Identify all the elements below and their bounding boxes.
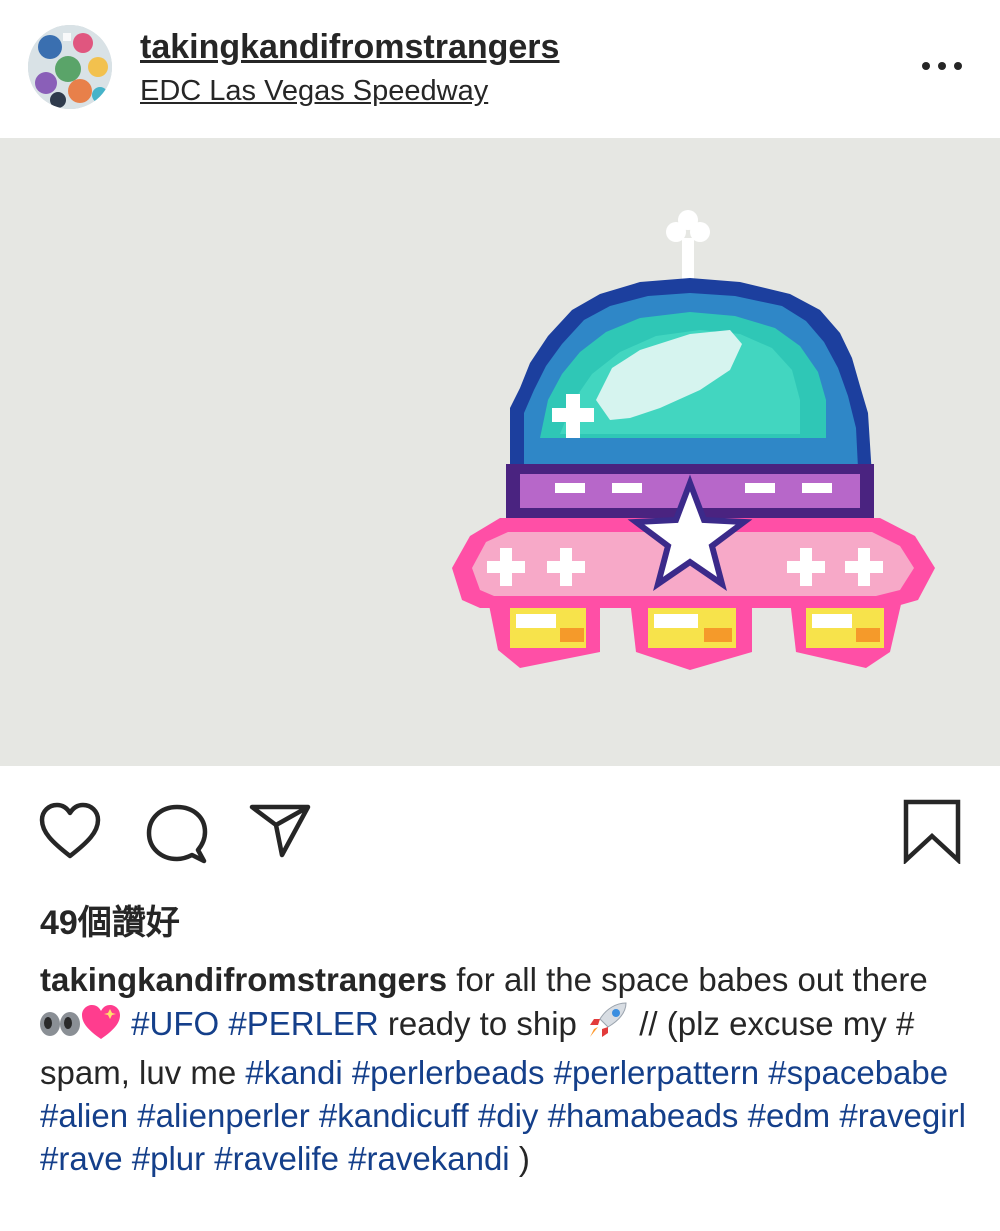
more-dots-icon[interactable] [918,50,966,80]
comment-icon[interactable] [146,804,208,864]
post-photo[interactable] [0,138,1000,766]
hashtag-alienperler[interactable]: #alienperler [137,1097,309,1134]
hashtag-rave[interactable]: #rave [40,1140,123,1177]
hashtag-perlerbeads[interactable]: #perlerbeads [352,1054,545,1091]
post-header: takingkandifromstrangers EDC Las Vegas S… [0,0,1000,138]
ufo-perler-bead-photo [0,138,1000,766]
hashtag-plur[interactable]: #plur [132,1140,205,1177]
hashtag-perler[interactable]: #PERLER [228,1005,378,1042]
hashtag-hamabeads[interactable]: #hamabeads [548,1097,739,1134]
rocket-icon [586,1001,630,1051]
paper-plane-icon[interactable] [248,803,312,859]
hashtag-ravegirl[interactable]: #ravegirl [839,1097,966,1134]
caption-username[interactable]: takingkandifromstrangers [40,961,447,998]
hashtag-perlerpattern[interactable]: #perlerpattern [554,1054,759,1091]
header-username[interactable]: takingkandifromstrangers [140,28,559,67]
likes-count[interactable]: 49個讚好 [40,895,180,944]
hashtag-spacebabe[interactable]: #spacebabe [768,1054,948,1091]
caption-text: ready to ship [378,1005,587,1042]
hashtag-diy[interactable]: #diy [478,1097,539,1134]
profile-avatar[interactable] [28,25,112,109]
heart-icon[interactable] [38,802,102,860]
hashtag-ravelife[interactable]: #ravelife [214,1140,339,1177]
hashtag-kandi[interactable]: #kandi [245,1054,342,1091]
caption-closing: ) [509,1140,530,1177]
avatar-image [28,25,112,109]
header-location[interactable]: EDC Las Vegas Speedway [140,75,488,108]
hashtag-ravekandi[interactable]: #ravekandi [348,1140,509,1177]
bookmark-icon[interactable] [902,798,962,866]
post-caption: takingkandifromstrangers for all the spa… [40,958,970,1180]
sparkling-heart-icon [80,1003,122,1051]
alien-icon [40,1007,80,1051]
hashtag-ufo[interactable]: #UFO [131,1005,219,1042]
caption-text: for all the space babes out there [447,961,928,998]
hashtag-kandicuff[interactable]: #kandicuff [319,1097,469,1134]
hashtag-alien[interactable]: #alien [40,1097,128,1134]
hashtag-edm[interactable]: #edm [748,1097,831,1134]
